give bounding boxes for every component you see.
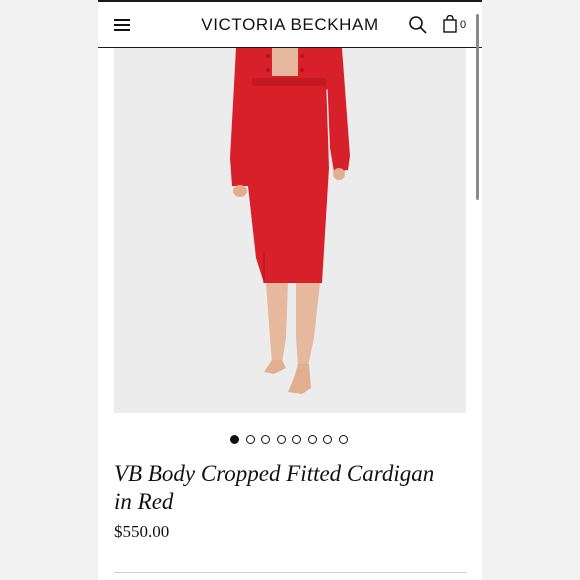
hamburger-menu-icon[interactable] <box>114 19 130 31</box>
site-header: VICTORIA BECKHAM 0 <box>98 2 482 48</box>
bag-count-badge[interactable]: 0 <box>460 19 466 31</box>
product-title-line-1: VB Body Cropped Fitted Cardigan <box>114 461 435 486</box>
search-icon[interactable] <box>408 15 428 35</box>
image-pagination-dots <box>230 435 354 445</box>
product-image[interactable] <box>114 48 466 413</box>
pagination-dot[interactable] <box>245 435 255 444</box>
pagination-dot[interactable] <box>276 435 286 444</box>
product-price: $550.00 <box>114 522 170 541</box>
pagination-dot[interactable] <box>292 435 301 444</box>
scrollbar[interactable] <box>476 14 479 200</box>
product-title-line-2: in Red <box>114 489 174 514</box>
pagination-dot[interactable] <box>323 435 332 444</box>
pagination-dot[interactable] <box>338 435 348 444</box>
product-title: VB Body Cropped Fitted Cardigan in Red <box>114 460 466 516</box>
model-illustration <box>114 48 466 413</box>
divider <box>114 572 466 573</box>
pagination-dot[interactable] <box>307 435 317 444</box>
pagination-dot[interactable] <box>230 435 239 444</box>
brand-logo[interactable]: VICTORIA BECKHAM <box>190 15 390 35</box>
pagination-dot[interactable] <box>261 435 270 444</box>
mobile-page: VICTORIA BECKHAM 0 VB Body Cropped Fitte… <box>98 0 482 580</box>
shopping-bag-icon[interactable] <box>443 15 457 33</box>
